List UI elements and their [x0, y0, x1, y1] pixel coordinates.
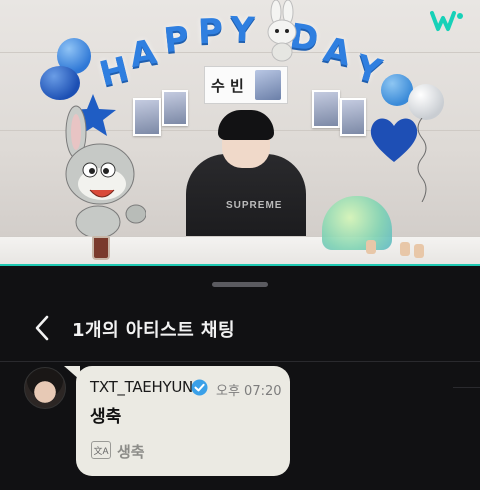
bunny-balloon-large: [65, 105, 146, 239]
weverse-logo-icon: [430, 11, 463, 31]
avatar[interactable]: [24, 367, 66, 409]
name-tag-text: 수 빈: [211, 76, 244, 95]
back-button[interactable]: [30, 312, 54, 344]
chevron-left-icon: [35, 315, 49, 341]
shirt-print: SUPREME: [226, 200, 283, 211]
figurine: [400, 242, 410, 256]
message-translation: 생축: [117, 443, 145, 461]
message-time: 오후 07:20: [216, 384, 282, 399]
drag-handle[interactable]: [212, 282, 268, 287]
name-tag-photo: [255, 70, 281, 100]
banner-letter: P: [197, 11, 224, 53]
figurine: [414, 244, 424, 258]
figurine: [366, 240, 376, 254]
banner-letter: H: [95, 49, 133, 95]
name-tag: 수 빈: [204, 66, 288, 104]
live-video[interactable]: H A P P Y D A Y 수 빈 SUPREME: [0, 0, 480, 266]
banner-letter: A: [126, 32, 160, 76]
translate-icon[interactable]: 文A: [91, 441, 111, 459]
person-hair: [218, 110, 274, 140]
banner-letter: A: [320, 29, 355, 75]
sender-name[interactable]: TXT_TAEHYUN: [90, 378, 193, 396]
translate-icon-label: 文A: [93, 445, 109, 456]
header-divider: [0, 361, 480, 362]
photo-print: [340, 98, 366, 136]
live-progress-bar: [0, 264, 480, 266]
chat-header-title: 1개의 아티스트 채팅: [72, 320, 236, 341]
divider: [453, 387, 480, 388]
photo-print: [162, 90, 188, 126]
birthday-cake: [322, 196, 392, 250]
photo-print: [312, 90, 340, 128]
banner-letter: Y: [229, 9, 256, 51]
drink-cup: [92, 236, 110, 260]
bunny-balloon-small: [267, 0, 297, 62]
message-text: 생축: [90, 407, 122, 427]
balloon-string: [417, 118, 427, 202]
banner-letter: P: [161, 18, 191, 62]
verified-badge-icon: [191, 379, 208, 396]
